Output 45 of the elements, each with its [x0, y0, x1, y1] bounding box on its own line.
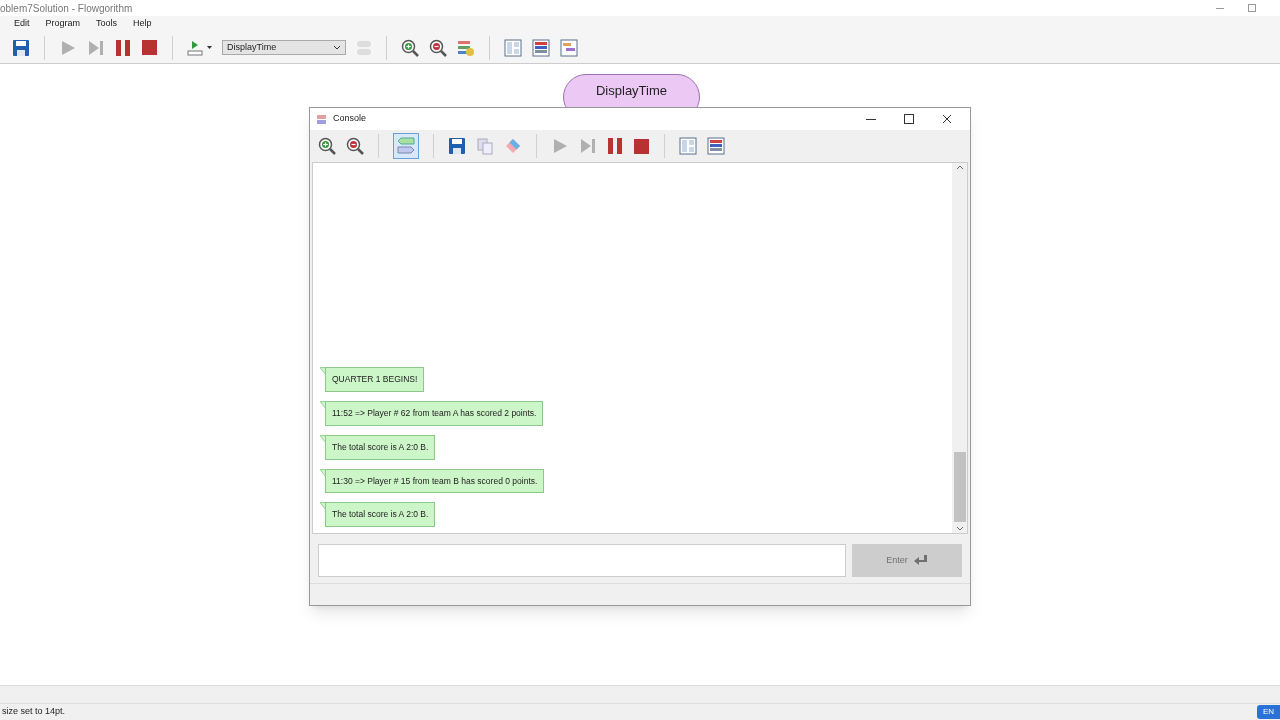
- run-layout-dropdown[interactable]: [187, 39, 212, 56]
- save-icon[interactable]: [12, 38, 30, 57]
- console-message: 11:30 => Player # 15 from team B has scored 0 points.: [320, 468, 545, 494]
- console-message: The total score is A 2:0 B.: [320, 434, 436, 460]
- window-title: oblem7Solution - Flowgorithm: [0, 1, 133, 16]
- layout-icon[interactable]: [707, 137, 725, 155]
- scrollbar-thumb[interactable]: [953, 452, 966, 522]
- status-text: size set to 14pt.: [1, 705, 66, 719]
- console-app-icon: [316, 113, 327, 125]
- caret-icon[interactable]: [207, 46, 212, 49]
- zoom-in-icon[interactable]: [401, 38, 419, 57]
- menu-item[interactable]: Edit: [12, 17, 32, 31]
- layout-icon[interactable]: [560, 38, 578, 57]
- color-settings-icon[interactable]: [457, 38, 475, 57]
- maximize-icon[interactable]: [904, 114, 914, 124]
- layout-icon[interactable]: [532, 38, 550, 57]
- console-message: The total score is A 2:0 B.: [320, 502, 436, 527]
- language-indicator[interactable]: EN: [1256, 705, 1280, 719]
- stop-icon[interactable]: [633, 137, 650, 155]
- scroll-down-icon[interactable]: [955, 526, 964, 531]
- chat-view-toggle[interactable]: [393, 133, 419, 159]
- stop-icon[interactable]: [141, 39, 158, 56]
- zoom-out-icon[interactable]: [429, 38, 447, 57]
- scrollbar[interactable]: [952, 163, 967, 533]
- save-icon[interactable]: [448, 137, 466, 155]
- restore-icon[interactable]: [1248, 4, 1256, 12]
- function-select[interactable]: DisplayTime: [222, 40, 346, 55]
- pause-icon[interactable]: [115, 38, 131, 57]
- pause-icon[interactable]: [607, 137, 623, 155]
- zoom-out-icon[interactable]: [346, 137, 364, 155]
- return-icon: [913, 555, 928, 566]
- console-input-field[interactable]: [318, 544, 846, 577]
- shapes-icon: [356, 39, 372, 56]
- menu-item[interactable]: Tools: [94, 17, 120, 31]
- node-title: DisplayTime: [596, 83, 667, 99]
- chevron-down-icon: [333, 44, 341, 51]
- console-message: QUARTER 1 BEGINS!: [320, 367, 425, 392]
- menu-item[interactable]: Program: [43, 17, 83, 31]
- menu-item[interactable]: Help: [131, 17, 154, 31]
- console-message: 11:52 => Player # 62 from team A has scored 2 points.: [320, 401, 544, 426]
- zoom-in-icon[interactable]: [318, 137, 336, 155]
- close-icon[interactable]: [942, 114, 952, 124]
- scroll-up-icon[interactable]: [955, 165, 964, 170]
- minimize-icon[interactable]: [866, 118, 876, 120]
- console-title: Console: [333, 112, 367, 126]
